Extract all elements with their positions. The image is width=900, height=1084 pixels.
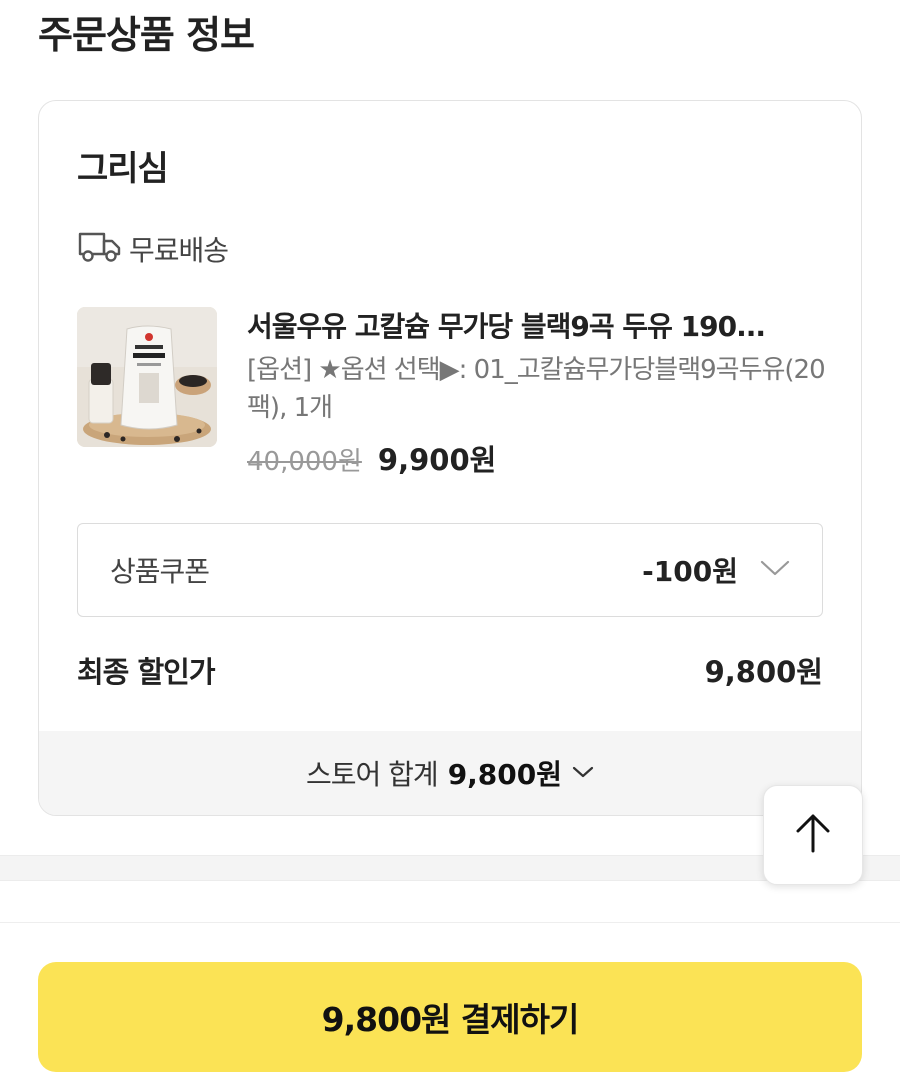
chevron-down-icon: [572, 764, 594, 783]
chevron-down-icon[interactable]: [760, 559, 790, 581]
coupon-value: -100원: [642, 555, 738, 588]
pay-button-label: 9,800원 결제하기: [321, 1000, 580, 1039]
sale-price: 9,900원: [377, 443, 497, 477]
store-total-label: 스토어 합계: [305, 758, 439, 791]
store-total-value: 9,800원: [447, 758, 563, 791]
price-row: 40,000원 9,900원: [247, 437, 827, 479]
final-price-row: 최종 할인가 9,800원: [77, 649, 823, 691]
pay-button[interactable]: 9,800원 결제하기: [38, 962, 862, 1072]
coupon-label: 상품쿠폰: [110, 555, 210, 588]
product-name[interactable]: 서울우유 고칼슘 무가당 블랙9곡 두유 190...: [247, 307, 827, 347]
product-info: 서울우유 고칼슘 무가당 블랙9곡 두유 190... [옵션] ★옵션 선택▶…: [247, 307, 827, 479]
original-price: 40,000원: [247, 447, 362, 477]
product-thumbnail[interactable]: [77, 307, 217, 447]
final-price-label: 최종 할인가: [77, 655, 215, 689]
arrow-up-icon: [793, 811, 833, 859]
coupon-select[interactable]: 상품쿠폰 -100원: [77, 523, 823, 617]
final-price-value: 9,800원: [704, 655, 823, 689]
truck-icon: [77, 229, 123, 269]
divider-line: [0, 922, 900, 923]
page-title: 주문상품 정보: [38, 13, 255, 57]
store-name[interactable]: 그리심: [77, 141, 169, 190]
scroll-top-button[interactable]: [763, 785, 863, 885]
store-card: 그리심 무료배송 서울우유 고칼슘 무가당 블랙9곡 두유 190... [옵션…: [38, 100, 862, 816]
shipping-label: 무료배송: [129, 234, 229, 267]
coupon-value-group: -100원: [642, 550, 790, 590]
product-item[interactable]: 서울우유 고칼슘 무가당 블랙9곡 두유 190... [옵션] ★옵션 선택▶…: [77, 307, 837, 497]
shipping-info: 무료배송: [77, 229, 229, 269]
store-total-toggle[interactable]: 스토어 합계 9,800원: [39, 731, 861, 815]
product-option: [옵션] ★옵션 선택▶: 01_고칼슘무가당블랙9곡두유(20팩), 1개: [247, 355, 826, 423]
